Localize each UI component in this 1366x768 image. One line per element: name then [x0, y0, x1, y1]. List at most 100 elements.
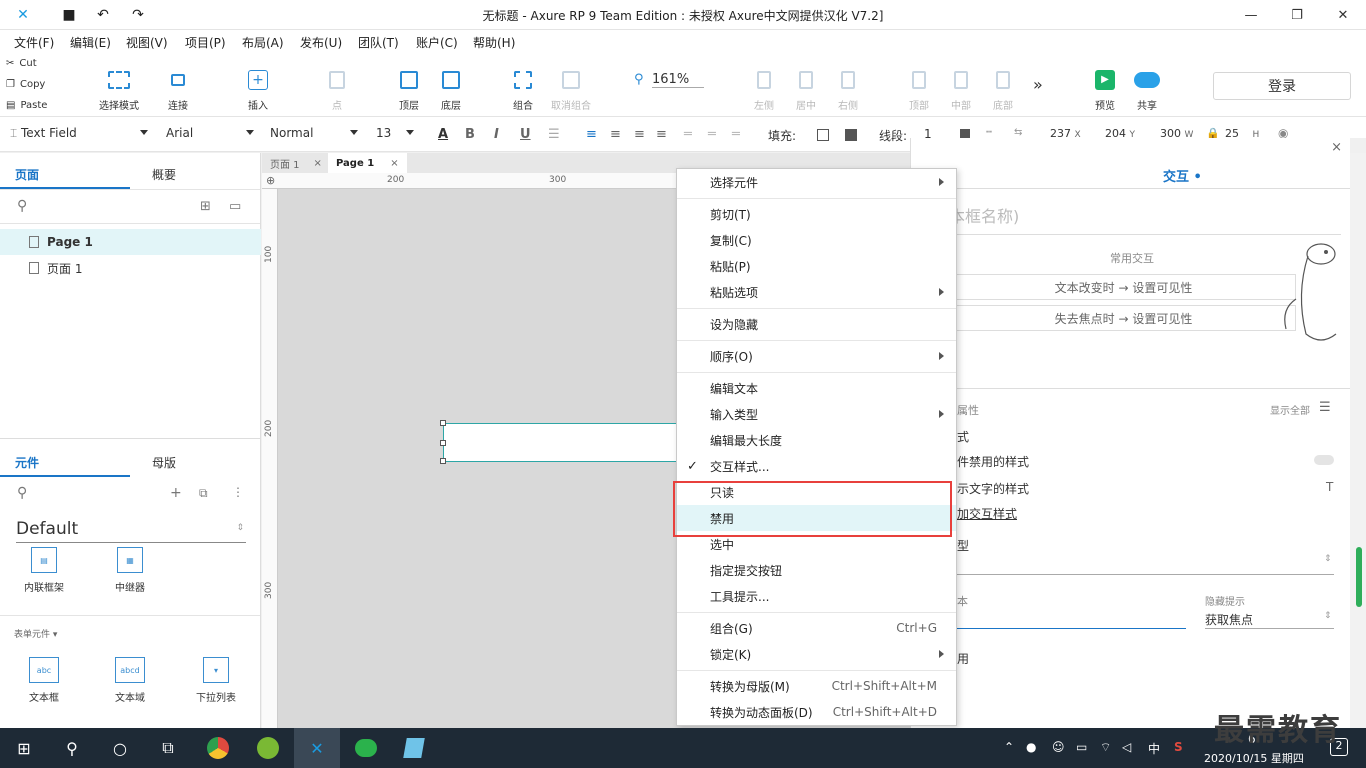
context-menu-item[interactable]: 顺序(O): [677, 343, 956, 369]
task-view-icon[interactable]: ⧉: [156, 736, 180, 760]
search-icon[interactable]: ⚲: [17, 198, 27, 214]
context-menu-item[interactable]: 转换为母版(M) Ctrl+Shift+Alt+M: [677, 673, 956, 699]
widget-repeater[interactable]: ▦ 中继器: [100, 547, 160, 594]
tray-wechat-icon[interactable]: ●: [1026, 740, 1036, 754]
tab-masters[interactable]: 母版: [152, 454, 176, 471]
context-menu-item[interactable]: 编辑文本: [677, 375, 956, 401]
interaction-rule-text-change[interactable]: 文本改变时 → 设置可见性: [951, 274, 1296, 300]
widget-text-field[interactable]: abc 文本框: [14, 657, 74, 704]
login-button[interactable]: 登录: [1213, 72, 1351, 100]
menu-file[interactable]: 文件(F): [14, 34, 54, 51]
library-icon[interactable]: ⧉: [199, 486, 208, 501]
close-icon[interactable]: ×: [1331, 140, 1342, 155]
font-color-icon[interactable]: A: [438, 127, 448, 142]
insert-button[interactable]: + 插入: [240, 67, 276, 112]
volume-icon[interactable]: ◁: [1122, 740, 1131, 754]
wechat-icon[interactable]: [354, 736, 378, 760]
ungroup-button[interactable]: 取消组合: [548, 67, 594, 112]
library-select[interactable]: Default ⇕: [16, 519, 246, 543]
axure-taskbar-icon[interactable]: ✕: [305, 736, 329, 760]
minimize-button[interactable]: —: [1240, 4, 1262, 26]
valign-middle-icon[interactable]: ═: [708, 127, 716, 142]
group-button[interactable]: 组合: [508, 67, 538, 112]
paste-button[interactable]: ▤ Paste: [6, 100, 47, 111]
context-menu-item[interactable]: 设为隐藏: [677, 311, 956, 337]
tab-interaction[interactable]: 交互 •: [1163, 166, 1202, 185]
text-icon[interactable]: T: [1326, 480, 1333, 494]
add-folder-icon[interactable]: ▭: [229, 199, 241, 214]
bold-icon[interactable]: B: [465, 127, 475, 142]
context-menu-item[interactable]: 交互样式... ✓: [677, 453, 956, 479]
menu-view[interactable]: 视图(V): [126, 34, 168, 51]
align-center-button[interactable]: 居中: [792, 67, 820, 112]
doc-tab-page1[interactable]: Page 1 ×: [328, 153, 407, 173]
send-to-back-button[interactable]: 底层: [436, 67, 466, 112]
menu-help[interactable]: 帮助(H): [473, 34, 515, 51]
more-icon[interactable]: ⋮: [232, 485, 244, 499]
menu-layout[interactable]: 布局(A): [242, 34, 284, 51]
align-bottom-button[interactable]: 底部: [989, 67, 1017, 112]
more-tools-icon[interactable]: »: [1033, 75, 1043, 94]
show-all-link[interactable]: 显示全部: [1270, 402, 1310, 417]
menu-project[interactable]: 项目(P): [185, 34, 226, 51]
context-menu-item[interactable]: 编辑最大长度: [677, 427, 956, 453]
page-item-page1-cn[interactable]: 页面 1: [0, 255, 261, 281]
close-tab-icon[interactable]: ×: [314, 158, 322, 169]
add-page-icon[interactable]: ⊞: [200, 199, 211, 214]
point-button[interactable]: 点: [322, 67, 352, 112]
arrow-style-icon[interactable]: ⇆: [1014, 127, 1022, 138]
scrollbar-thumb[interactable]: [1356, 547, 1362, 607]
menu-account[interactable]: 账户(C): [416, 34, 458, 51]
notepad-icon[interactable]: [402, 736, 426, 760]
app-green-icon[interactable]: [256, 736, 280, 760]
font-size-select[interactable]: 13: [376, 126, 414, 140]
chrome-icon[interactable]: [206, 736, 230, 760]
close-tab-icon[interactable]: ×: [390, 158, 398, 169]
valign-bottom-icon[interactable]: ═: [732, 127, 740, 142]
resize-handle[interactable]: [440, 440, 446, 446]
search-icon[interactable]: ⚲: [60, 736, 84, 760]
close-button[interactable]: ✕: [1332, 4, 1354, 26]
context-menu-item[interactable]: 粘贴选项: [677, 279, 956, 305]
clock-date[interactable]: 2020/10/15 星期四: [1204, 750, 1304, 766]
tab-pages[interactable]: 页面: [15, 166, 39, 183]
copy-button[interactable]: ❐ Copy: [6, 79, 45, 90]
font-weight-select[interactable]: Normal: [270, 126, 358, 140]
connect-button[interactable]: 连接: [160, 67, 196, 112]
interaction-rule-blur[interactable]: 失去焦点时 → 设置可见性: [951, 305, 1296, 331]
chevron-updown-icon[interactable]: ⇕: [1324, 554, 1332, 564]
menu-edit[interactable]: 编辑(E): [70, 34, 111, 51]
zoom-select[interactable]: 161%: [652, 72, 704, 88]
tray-up-icon[interactable]: ⌃: [1004, 740, 1014, 754]
search-icon[interactable]: ⚲: [17, 485, 27, 501]
align-text-right-icon[interactable]: ≡: [634, 127, 645, 142]
align-text-left-icon[interactable]: ≡: [586, 127, 597, 142]
sogou-icon[interactable]: S: [1174, 740, 1183, 754]
page-item-page1[interactable]: Page 1: [0, 229, 261, 255]
italic-icon[interactable]: I: [494, 127, 499, 142]
context-menu-item[interactable]: 剪切(T): [677, 201, 956, 227]
select-mode-button[interactable]: 选择模式: [96, 67, 142, 112]
share-button[interactable]: 共享: [1130, 67, 1164, 112]
wifi-icon[interactable]: ⌔: [1100, 740, 1111, 755]
tab-widgets[interactable]: 元件: [15, 454, 39, 471]
preview-button[interactable]: ▶ 预览: [1092, 67, 1118, 112]
add-library-icon[interactable]: +: [170, 485, 182, 501]
menu-publish[interactable]: 发布(U): [300, 34, 342, 51]
context-menu-item[interactable]: 锁定(K): [677, 641, 956, 667]
cortana-icon[interactable]: ○: [108, 736, 132, 760]
hide-hint-select[interactable]: 获取焦点: [1205, 611, 1253, 628]
menu-team[interactable]: 团队(T): [358, 34, 399, 51]
align-middle-button[interactable]: 中部: [947, 67, 975, 112]
font-family-select[interactable]: Arial: [166, 126, 254, 140]
cut-button[interactable]: ✂ Cut: [6, 58, 37, 69]
context-menu-item[interactable]: 输入类型: [677, 401, 956, 427]
underline-icon[interactable]: U: [520, 127, 531, 142]
menu-icon[interactable]: ☰: [1319, 400, 1331, 415]
hint-style-option[interactable]: 示文字的样式: [957, 480, 1029, 497]
right-scrollbar[interactable]: [1350, 153, 1366, 728]
context-menu-item[interactable]: 选择元件: [677, 169, 956, 195]
bullet-list-icon[interactable]: ☰: [548, 127, 560, 142]
disabled-style-option[interactable]: 件禁用的样式: [957, 453, 1029, 470]
tab-outline[interactable]: 概要: [152, 166, 176, 183]
